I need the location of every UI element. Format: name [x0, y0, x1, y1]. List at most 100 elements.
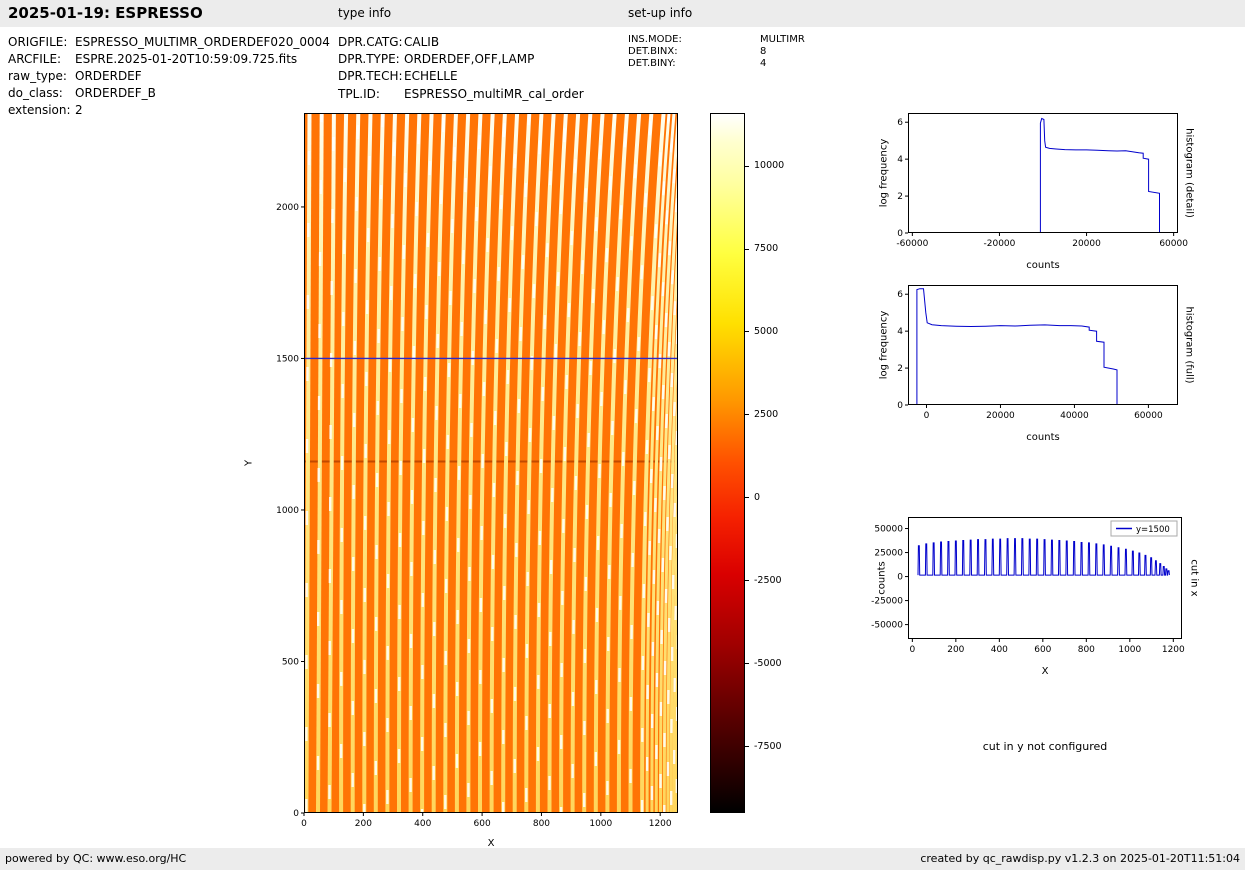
- colorbar-tick-label: -2500: [754, 574, 782, 586]
- svg-text:1000: 1000: [589, 819, 612, 829]
- svg-text:4: 4: [897, 155, 903, 165]
- ins-mode-value: MULTIMR: [760, 34, 805, 45]
- dpr-tech-label: DPR.TECH:: [338, 69, 403, 83]
- dpr-catg-label: DPR.CATG:: [338, 35, 403, 49]
- svg-text:50000: 50000: [874, 525, 903, 535]
- svg-text:400: 400: [414, 819, 431, 829]
- hist-full-x-label: counts: [1026, 432, 1060, 443]
- svg-text:800: 800: [1078, 645, 1095, 655]
- colorbar-tick-mark: [745, 580, 749, 582]
- colorbar-tick-label: 10000: [754, 160, 785, 172]
- colorbar-tick-label: 5000: [754, 325, 779, 337]
- svg-text:600: 600: [1034, 645, 1051, 655]
- svg-text:200: 200: [355, 819, 372, 829]
- colorbar-tick-mark: [745, 248, 749, 250]
- svg-text:4: 4: [897, 327, 903, 337]
- hist-detail-y-label: log frequency: [878, 138, 890, 208]
- cut-x-x-label: X: [1041, 666, 1049, 677]
- svg-text:y=1500: y=1500: [1136, 525, 1170, 535]
- svg-text:0: 0: [897, 229, 903, 239]
- colorbar-tick-label: -7500: [754, 740, 782, 752]
- top-header-bar: 2025-01-19: ESPRESSO type info set-up in…: [0, 0, 1245, 27]
- dpr-type-value: ORDERDEF,OFF,LAMP: [404, 52, 535, 66]
- svg-text:20000: 20000: [986, 411, 1015, 421]
- svg-text:1000: 1000: [1118, 645, 1141, 655]
- svg-text:1200: 1200: [649, 819, 672, 829]
- colorbar-tick-mark: [745, 331, 749, 333]
- svg-text:20000: 20000: [1072, 239, 1101, 249]
- setup-info-section-label: set-up info: [628, 6, 693, 20]
- footer-powered-by: powered by QC: www.eso.org/HC: [5, 852, 187, 865]
- svg-text:800: 800: [533, 819, 550, 829]
- svg-text:0: 0: [301, 819, 307, 829]
- arcfile-label: ARCFILE:: [8, 52, 62, 66]
- tpl-id-label: TPL.ID:: [338, 87, 380, 101]
- svg-text:25000: 25000: [874, 549, 903, 559]
- svg-text:0: 0: [897, 401, 903, 411]
- svg-text:0: 0: [924, 411, 930, 421]
- colorbar-tick-mark: [745, 414, 749, 416]
- rawtype-label: raw_type:: [8, 69, 67, 83]
- doclass-value: ORDERDEF_B: [75, 86, 156, 100]
- det-biny-label: DET.BINY:: [628, 58, 676, 69]
- det-binx-label: DET.BINX:: [628, 46, 678, 57]
- cut-in-x-plot: 0 200 400 600 800 1000 1200 -50000 -25000 0 25000 5…: [871, 517, 1185, 655]
- svg-text:2000: 2000: [276, 203, 299, 213]
- hist-full-side-label: histogram (full): [1183, 306, 1195, 384]
- colorbar-tick-label: 2500: [754, 408, 779, 420]
- svg-text:6: 6: [897, 290, 903, 300]
- hist-full-y-label: log frequency: [878, 310, 890, 380]
- svg-text:1500: 1500: [276, 354, 299, 364]
- svg-text:-25000: -25000: [871, 597, 903, 607]
- svg-text:40000: 40000: [1060, 411, 1089, 421]
- svg-text:400: 400: [991, 645, 1008, 655]
- det-biny-value: 4: [760, 58, 767, 69]
- footer-created-by: created by qc_rawdisp.py v1.2.3 on 2025-…: [920, 852, 1240, 865]
- colorbar-tick-mark: [745, 497, 749, 499]
- svg-text:-20000: -20000: [984, 239, 1016, 249]
- svg-text:500: 500: [282, 657, 299, 667]
- svg-text:0: 0: [293, 809, 299, 819]
- footer-bar: powered by QC: www.eso.org/HC created by…: [0, 848, 1245, 870]
- origfile-label: ORIGFILE:: [8, 35, 68, 49]
- extension-value: 2: [75, 103, 83, 117]
- colorbar: 10000 7500 5000 2500 0 -2500 -5000 -7500: [710, 113, 784, 813]
- raw-frame-plot: 0 200 400 600 800 1000 1200 0 500 1000 1500 2000: [276, 113, 678, 829]
- colorbar-tick-mark: [745, 165, 749, 167]
- page-title: 2025-01-19: ESPRESSO: [8, 4, 203, 22]
- arcfile-value: ESPRE.2025-01-20T10:59:09.725.fits: [75, 52, 298, 66]
- svg-text:0: 0: [909, 645, 915, 655]
- dpr-tech-value: ECHELLE: [404, 69, 458, 83]
- cut-x-side-label: cut in x: [1188, 559, 1200, 597]
- type-info-section-label: type info: [338, 6, 392, 20]
- tpl-id-value: ESPRESSO_multiMR_cal_order: [404, 87, 584, 101]
- colorbar-tick-mark: [745, 746, 749, 748]
- det-binx-value: 8: [760, 46, 767, 57]
- cut-y-note: cut in y not configured: [982, 740, 1108, 753]
- svg-text:-50000: -50000: [871, 621, 903, 631]
- dpr-type-label: DPR.TYPE:: [338, 52, 400, 66]
- svg-text:1000: 1000: [276, 506, 299, 516]
- colorbar-tick-label: 7500: [754, 243, 779, 255]
- hist-detail-x-label: counts: [1026, 260, 1060, 271]
- svg-text:6: 6: [897, 118, 903, 128]
- main-y-axis-label: Y: [243, 459, 255, 467]
- svg-text:200: 200: [947, 645, 964, 655]
- origfile-value: ESPRESSO_MULTIMR_ORDERDEF020_0004: [75, 35, 330, 49]
- rawtype-value: ORDERDEF: [75, 69, 142, 83]
- svg-text:60000: 60000: [1134, 411, 1163, 421]
- histogram-detail-plot: -60000 -20000 20000 60000 0 2 4 6: [896, 113, 1188, 249]
- extension-label: extension:: [8, 103, 71, 117]
- doclass-label: do_class:: [8, 86, 63, 100]
- histogram-full-plot: 0 20000 40000 60000 0 2 4 6: [897, 285, 1178, 421]
- svg-text:0: 0: [897, 573, 903, 583]
- colorbar-gradient: [710, 113, 745, 813]
- svg-text:60000: 60000: [1159, 239, 1188, 249]
- svg-text:2: 2: [897, 364, 903, 374]
- dpr-catg-value: CALIB: [404, 35, 440, 49]
- colorbar-tick-label: 0: [754, 491, 761, 503]
- svg-text:600: 600: [474, 819, 491, 829]
- hist-detail-side-label: histogram (detail): [1183, 128, 1195, 218]
- cut-x-y-label: counts: [876, 561, 888, 595]
- colorbar-tick-label: -5000: [754, 657, 782, 669]
